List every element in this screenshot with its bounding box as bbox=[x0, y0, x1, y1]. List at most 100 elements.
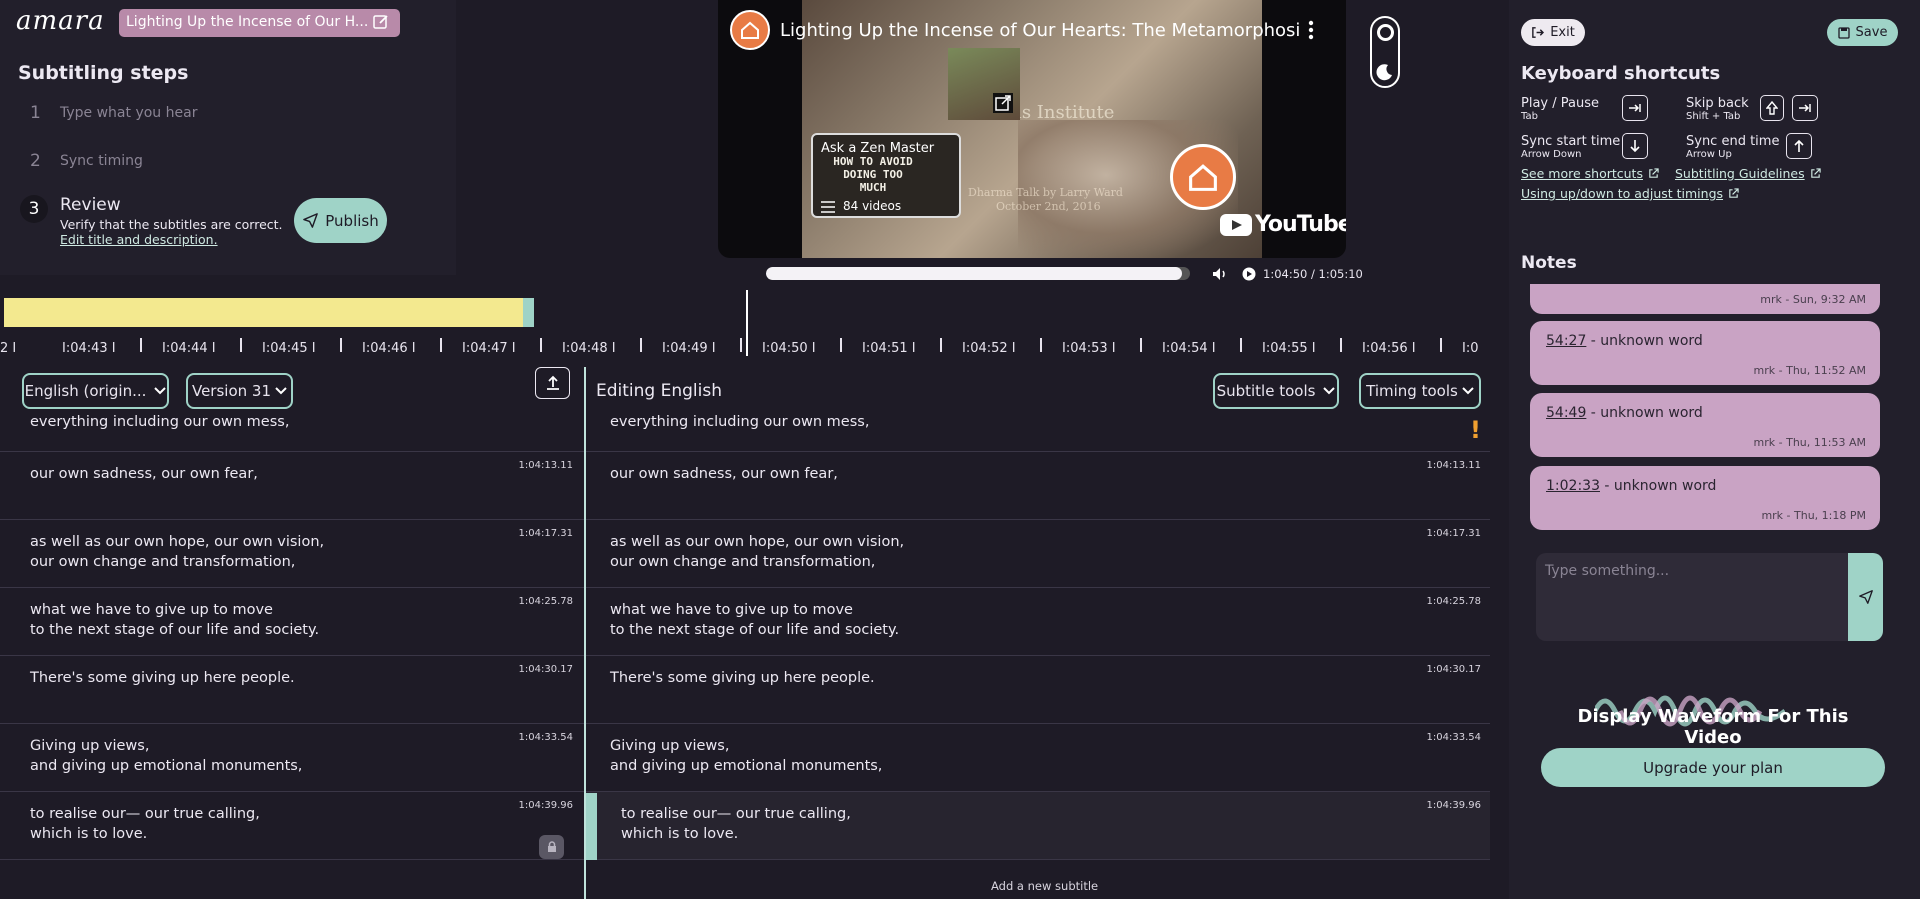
step-2-label[interactable]: Sync timing bbox=[60, 153, 143, 169]
amara-logo[interactable]: amara bbox=[16, 6, 105, 36]
timeline-tick-label: I:04:54 I bbox=[1162, 341, 1216, 356]
subtitle-time-left[interactable]: 1:04:25.78 bbox=[519, 596, 573, 607]
subtitle-time-left[interactable]: 1:04:17.31 bbox=[519, 528, 573, 539]
note-card[interactable]: 1:02:33 - unknown word mrk - Thu, 1:18 PM bbox=[1530, 466, 1880, 530]
theme-toggle[interactable] bbox=[1370, 16, 1400, 88]
subtitle-text-right[interactable]: our own sadness, our own fear, bbox=[610, 464, 838, 484]
subtitle-row-right[interactable] bbox=[586, 452, 1490, 520]
timeline-tick-mark bbox=[540, 338, 542, 352]
timeline-tick-mark bbox=[1040, 338, 1042, 352]
video-player[interactable]: tus Institute Dharma Talk by Larry Ward … bbox=[718, 0, 1346, 258]
timeline-tick-label: I:04:45 I bbox=[262, 341, 316, 356]
send-note-button[interactable] bbox=[1848, 553, 1883, 641]
lock-icon[interactable] bbox=[539, 835, 564, 859]
subtitle-text-right[interactable]: There's some giving up here people. bbox=[610, 668, 875, 688]
arrow-down-key-icon bbox=[1622, 133, 1648, 159]
monk-thumbnail[interactable] bbox=[948, 48, 1020, 120]
shortcut-start-label: Sync start time bbox=[1521, 134, 1621, 149]
subtitling-guidelines-link[interactable]: Subtitling Guidelines bbox=[1675, 166, 1821, 181]
note-text: 54:49 - unknown word bbox=[1546, 405, 1703, 421]
upload-button[interactable] bbox=[535, 367, 570, 399]
timeline-tick-label: I:04:50 I bbox=[762, 341, 816, 356]
playhead[interactable] bbox=[746, 290, 748, 356]
subtitle-time-right[interactable]: 1:04:39.96 bbox=[1427, 800, 1481, 811]
timeline-tick-label: I:04:53 I bbox=[1062, 341, 1116, 356]
waveform-label[interactable]: Display Waveform For This Video bbox=[1568, 706, 1858, 748]
subtitle-time-right[interactable]: 1:04:17.31 bbox=[1427, 528, 1481, 539]
video-player-title[interactable]: Lighting Up the Incense of Our Hearts: T… bbox=[780, 20, 1300, 41]
note-timestamp-link[interactable]: 54:27 bbox=[1546, 333, 1586, 349]
youtube-label: YouTube bbox=[1255, 212, 1346, 237]
subtitle-row-left[interactable] bbox=[0, 452, 584, 520]
tab-key-icon bbox=[1622, 95, 1648, 121]
see-more-shortcuts-link[interactable]: See more shortcuts bbox=[1521, 166, 1659, 181]
timeline-tick-mark bbox=[1340, 338, 1342, 352]
step-1-label[interactable]: Type what you hear bbox=[60, 105, 197, 121]
volume-icon[interactable] bbox=[1212, 266, 1228, 282]
playlist-thumb-text: HOW TO AVOID DOING TOO MUCH bbox=[833, 155, 913, 194]
warning-icon[interactable]: ! bbox=[1470, 416, 1481, 444]
note-card[interactable]: 54:27 - unknown word mrk - Thu, 11:52 AM bbox=[1530, 321, 1880, 385]
language-select[interactable]: English (origin... bbox=[22, 373, 169, 409]
subtitle-time-left[interactable]: 1:04:33.54 bbox=[519, 732, 573, 743]
updown-timings-link[interactable]: Using up/down to adjust timings bbox=[1521, 186, 1739, 201]
subtitle-text-right[interactable]: as well as our own hope, our own vision,… bbox=[610, 532, 904, 572]
timeline-block-end[interactable] bbox=[523, 298, 534, 327]
upgrade-plan-button[interactable]: Upgrade your plan bbox=[1541, 748, 1885, 787]
chevron-down-icon bbox=[275, 387, 287, 395]
subtitle-time-left[interactable]: 1:04:13.11 bbox=[519, 460, 573, 471]
save-label: Save bbox=[1855, 25, 1888, 40]
timeline-tick-label: I:04:48 I bbox=[562, 341, 616, 356]
timeline-tick-label: I:04:43 I bbox=[62, 341, 116, 356]
subtitle-text-right[interactable]: to realise our— our true calling, which … bbox=[621, 804, 851, 844]
edit-icon[interactable] bbox=[372, 13, 390, 35]
save-button[interactable]: Save bbox=[1827, 19, 1898, 46]
note-timestamp-link[interactable]: 1:02:33 bbox=[1546, 478, 1600, 494]
youtube-logo[interactable]: YouTube bbox=[1220, 212, 1346, 237]
notes-list[interactable]: mrk - Sun, 9:32 AM 54:27 - unknown word mr… bbox=[1510, 284, 1910, 534]
external-link-icon bbox=[1810, 168, 1821, 178]
subtitle-time-right[interactable]: 1:04:30.17 bbox=[1427, 664, 1481, 675]
note-placeholder: Type something... bbox=[1545, 563, 1670, 579]
timeline-tick-label: I:04:46 I bbox=[362, 341, 416, 356]
timeline-tick-mark bbox=[740, 338, 742, 352]
moon-icon bbox=[1376, 64, 1392, 81]
channel-watermark[interactable] bbox=[1170, 144, 1236, 210]
add-subtitle-link[interactable]: Add a new subtitle bbox=[991, 879, 1098, 893]
note-timestamp-link[interactable]: 54:49 bbox=[1546, 405, 1586, 421]
edit-title-link[interactable]: Edit title and description. bbox=[60, 232, 218, 247]
note-input[interactable]: Type something... bbox=[1536, 553, 1848, 641]
active-row-indicator bbox=[586, 793, 597, 860]
more-options-icon[interactable] bbox=[1308, 20, 1314, 40]
subtitle-text-right[interactable]: everything including our own mess, bbox=[610, 412, 869, 432]
chevron-down-icon bbox=[154, 387, 167, 395]
subtitle-timeline-block[interactable] bbox=[4, 298, 523, 327]
subtitle-time-right[interactable]: 1:04:13.11 bbox=[1427, 460, 1481, 471]
subtitle-time-left[interactable]: 1:04:39.96 bbox=[519, 800, 573, 811]
subtitle-tools-button[interactable]: Subtitle tools bbox=[1213, 373, 1339, 409]
see-more-shortcuts-label: See more shortcuts bbox=[1521, 166, 1643, 181]
video-title-field[interactable]: Lighting Up the Incense of Our H... bbox=[119, 9, 400, 37]
speed-icon[interactable] bbox=[1242, 267, 1256, 281]
channel-avatar[interactable] bbox=[730, 10, 770, 50]
playlist-card[interactable]: Ask a Zen Master HOW TO AVOID DOING TOO … bbox=[811, 133, 961, 218]
subtitle-time-left[interactable]: 1:04:30.17 bbox=[519, 664, 573, 675]
subtitle-text-left: what we have to give up to move to the n… bbox=[30, 602, 320, 638]
subtitle-row-left[interactable] bbox=[0, 656, 584, 724]
step-3-description: Verify that the subtitles are correct. bbox=[60, 217, 283, 232]
timing-tools-button[interactable]: Timing tools bbox=[1359, 373, 1481, 409]
note-card[interactable]: mrk - Sun, 9:32 AM bbox=[1530, 284, 1880, 314]
subtitle-text-right[interactable]: what we have to give up to move to the n… bbox=[610, 600, 899, 640]
note-card[interactable]: 54:49 - unknown word mrk - Thu, 11:53 AM bbox=[1530, 393, 1880, 457]
subtitle-text-left: Giving up views, and giving up emotional… bbox=[30, 738, 303, 774]
subtitle-row-right[interactable] bbox=[586, 656, 1490, 724]
playback-progress[interactable] bbox=[766, 267, 1190, 280]
send-icon bbox=[1858, 590, 1873, 604]
note-meta: mrk - Thu, 11:53 AM bbox=[1753, 436, 1866, 449]
subtitle-text-right[interactable]: Giving up views, and giving up emotional… bbox=[610, 736, 882, 776]
subtitle-time-right[interactable]: 1:04:33.54 bbox=[1427, 732, 1481, 743]
publish-button[interactable]: Publish bbox=[294, 198, 387, 243]
version-select[interactable]: Version 31 bbox=[186, 373, 293, 409]
subtitle-time-right[interactable]: 1:04:25.78 bbox=[1427, 596, 1481, 607]
exit-button[interactable]: Exit bbox=[1521, 19, 1585, 46]
